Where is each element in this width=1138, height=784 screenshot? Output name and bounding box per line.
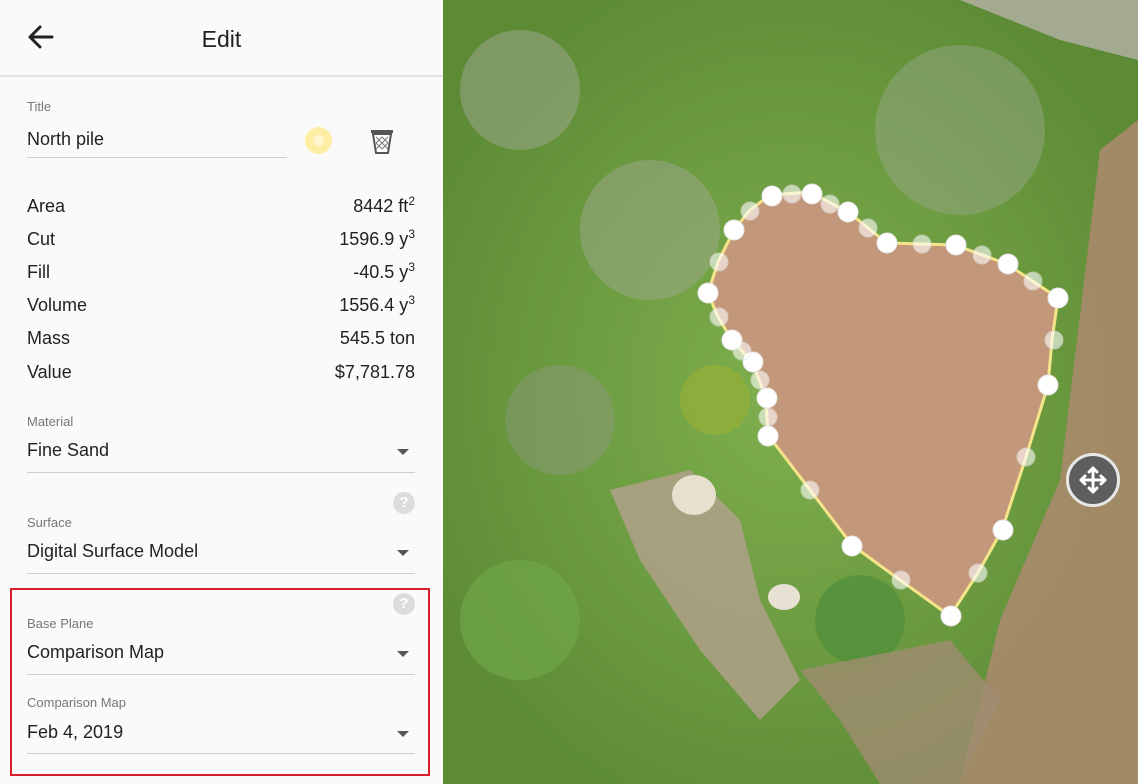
- polygon-vertex[interactable]: [972, 245, 992, 265]
- polygon-vertex[interactable]: [940, 605, 962, 627]
- polygon-vertex[interactable]: [756, 387, 778, 409]
- material-label: Material: [27, 414, 74, 429]
- shrub: [875, 45, 1045, 215]
- polygon-vertex[interactable]: [709, 252, 729, 272]
- page-title: Edit: [201, 26, 242, 52]
- stat-row-mass: Mass 545.5 ton: [27, 328, 415, 356]
- shrub: [460, 30, 580, 150]
- polygon-vertex[interactable]: [858, 218, 878, 238]
- stat-row-fill: Fill -40.5 y3: [27, 260, 415, 290]
- polygon-vertex[interactable]: [757, 425, 779, 447]
- stat-name: Volume: [27, 295, 88, 315]
- stat-value: 1556.4 y3: [339, 293, 415, 315]
- polygon-vertex[interactable]: [1016, 447, 1036, 467]
- polygon-vertex[interactable]: [1047, 287, 1069, 309]
- stat-value: 8442 ft2: [353, 194, 415, 216]
- stat-name: Area: [27, 196, 66, 216]
- polygon-vertex[interactable]: [782, 184, 802, 204]
- shrub: [505, 365, 615, 475]
- surface-label: Surface: [27, 515, 72, 530]
- stat-value: 545.5 ton: [339, 328, 415, 348]
- panel-header: Edit: [0, 0, 443, 77]
- polygon-vertex[interactable]: [841, 535, 863, 557]
- polygon-vertex[interactable]: [697, 282, 719, 304]
- map-canvas: [443, 0, 1138, 784]
- star-icon[interactable]: [305, 127, 332, 154]
- polygon-vertex[interactable]: [723, 219, 745, 241]
- stat-row-area: Area 8442 ft2: [27, 194, 415, 224]
- polygon-vertex[interactable]: [820, 194, 840, 214]
- polygon-vertex[interactable]: [721, 329, 743, 351]
- polygon-vertex[interactable]: [1023, 271, 1043, 291]
- shrub: [580, 160, 720, 300]
- stat-value: $7,781.78: [334, 362, 415, 382]
- stat-value: -40.5 y3: [353, 260, 415, 282]
- stat-name: Cut: [27, 229, 56, 249]
- polygon-vertex[interactable]: [1037, 374, 1059, 396]
- surface-select[interactable]: Digital Surface Model: [27, 537, 415, 569]
- polygon-vertex[interactable]: [968, 563, 988, 583]
- title-label: Title: [27, 99, 52, 114]
- polygon-vertex[interactable]: [876, 232, 898, 254]
- edit-panel: Edit Title Area 8442 ft2 Cut 1596.9 y3 F…: [0, 0, 443, 784]
- stat-row-value: Value $7,781.78: [27, 362, 415, 390]
- polygon-vertex[interactable]: [801, 183, 823, 205]
- rock-feature: [768, 584, 800, 610]
- polygon-vertex[interactable]: [891, 570, 911, 590]
- polygon-vertex[interactable]: [837, 201, 859, 223]
- polygon-vertex[interactable]: [758, 407, 778, 427]
- aerial-map[interactable]: [443, 0, 1138, 784]
- polygon-vertex[interactable]: [992, 519, 1014, 541]
- surface-value: Digital Surface Model: [27, 541, 199, 561]
- stat-value: 1596.9 y3: [339, 227, 415, 249]
- polygon-vertex[interactable]: [800, 480, 820, 500]
- stat-name: Mass: [27, 328, 71, 348]
- trash-icon[interactable]: [369, 127, 395, 155]
- stat-name: Fill: [27, 262, 50, 282]
- polygon-vertex[interactable]: [1044, 330, 1064, 350]
- shrub: [460, 560, 580, 680]
- title-input[interactable]: [27, 122, 285, 156]
- polygon-vertex[interactable]: [997, 253, 1019, 275]
- chevron-down-icon: [397, 449, 409, 455]
- question-icon[interactable]: ?: [393, 492, 415, 514]
- shrub: [680, 365, 750, 435]
- move-arrows-icon[interactable]: [1066, 453, 1120, 507]
- material-underline: [27, 472, 415, 473]
- material-value: Fine Sand: [27, 440, 110, 460]
- chevron-down-icon: [397, 550, 409, 556]
- stat-name: Value: [27, 362, 72, 382]
- title-underline: [27, 157, 287, 158]
- stat-row-cut: Cut 1596.9 y3: [27, 227, 415, 257]
- polygon-vertex[interactable]: [740, 201, 760, 221]
- shrub: [815, 575, 905, 665]
- material-select[interactable]: Fine Sand: [27, 436, 415, 468]
- highlight-box: [10, 588, 430, 776]
- polygon-vertex[interactable]: [912, 234, 932, 254]
- polygon-vertex[interactable]: [945, 234, 967, 256]
- polygon-vertex[interactable]: [761, 185, 783, 207]
- move-arrows-glyph: [1079, 466, 1107, 494]
- surface-underline: [27, 573, 415, 574]
- rock-feature: [672, 475, 716, 515]
- stat-row-volume: Volume 1556.4 y3: [27, 293, 415, 323]
- polygon-vertex[interactable]: [709, 307, 729, 327]
- polygon-vertex[interactable]: [750, 370, 770, 390]
